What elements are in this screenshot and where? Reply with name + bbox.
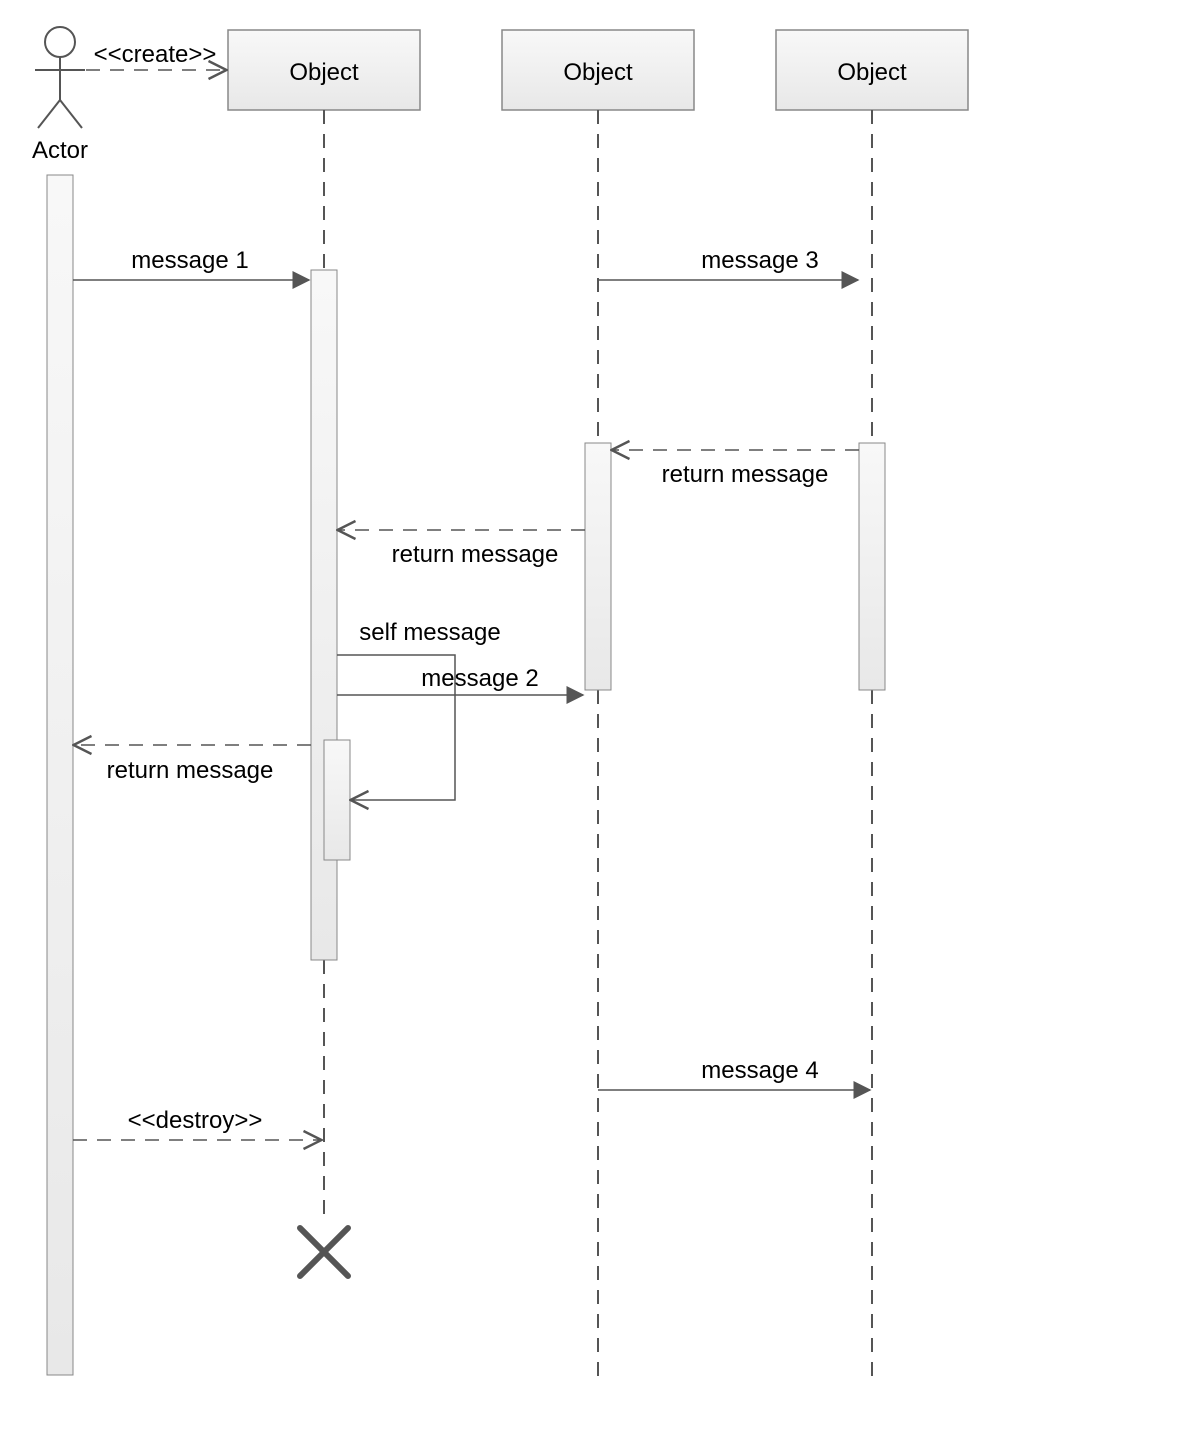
actor: Actor (32, 27, 88, 164)
message-4-label: message 4 (701, 1057, 818, 1084)
message-1-label: message 1 (131, 247, 248, 274)
return-1-label: return message (107, 757, 274, 784)
activation-obj1-nested (324, 740, 350, 860)
object-3-label: Object (837, 59, 907, 86)
message-2-label: message 2 (421, 665, 538, 692)
message-3-label: message 3 (701, 247, 818, 274)
destroy-label: <<destroy>> (128, 1107, 263, 1134)
object-2-label: Object (563, 59, 633, 86)
self-message-label: self message (359, 619, 500, 646)
return-3-label: return message (662, 461, 829, 488)
return-2-label: return message (392, 541, 559, 568)
activation-obj2 (585, 443, 611, 690)
object-1-label: Object (289, 59, 359, 86)
object-3: Object (776, 30, 968, 110)
actor-label: Actor (32, 137, 88, 164)
object-1: Object (228, 30, 420, 110)
sequence-diagram: Actor Object Object Object <<create>> me… (0, 0, 1184, 1434)
activation-obj3 (859, 443, 885, 690)
destroy-x-icon (300, 1228, 348, 1276)
create-label: <<create>> (94, 41, 217, 68)
object-2: Object (502, 30, 694, 110)
activation-actor (47, 175, 73, 1375)
